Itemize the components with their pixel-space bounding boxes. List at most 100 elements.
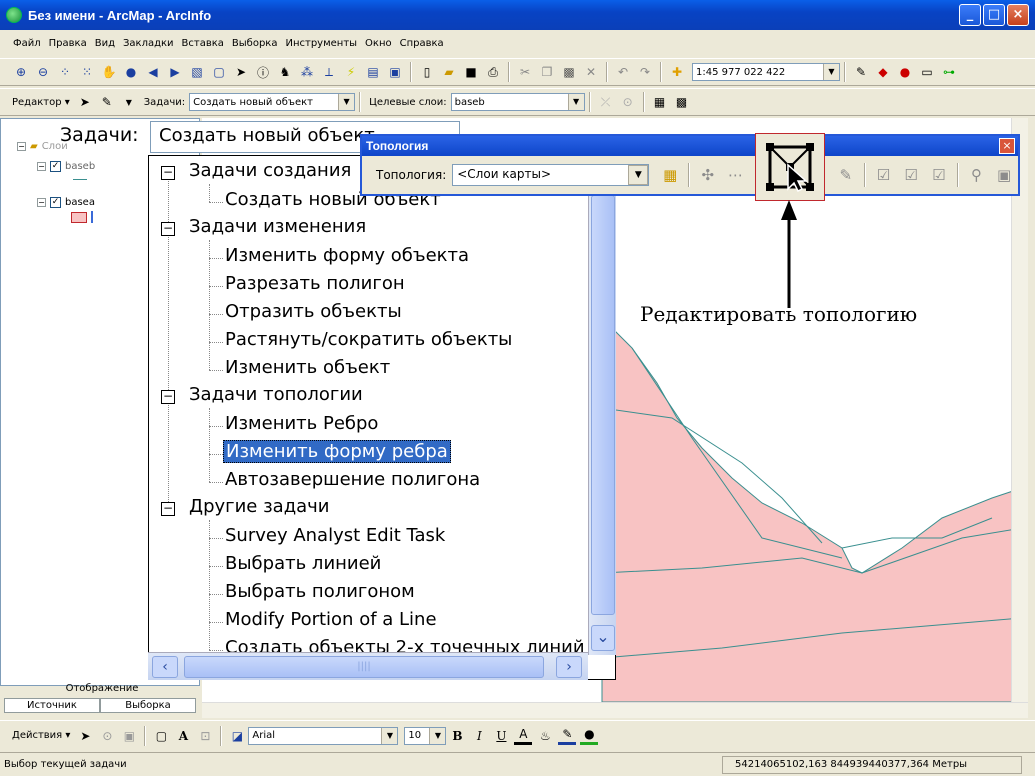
marker-color-icon[interactable]: ● <box>580 727 599 745</box>
find-binoculars-icon[interactable]: ♞ <box>276 63 294 81</box>
task-item[interactable]: Автозавершение полигона <box>225 469 480 490</box>
print-icon[interactable]: ⎙ <box>484 63 502 81</box>
close-button[interactable]: × <box>1007 4 1029 26</box>
callout-icon[interactable]: ⊡ <box>196 727 214 745</box>
font-icon[interactable]: ◪ <box>228 727 246 745</box>
chevron-down-icon[interactable]: ▼ <box>628 165 649 185</box>
arctoolbox-icon[interactable]: ◆ <box>874 63 892 81</box>
show-shared-features-icon[interactable]: ⋯ <box>725 164 747 186</box>
minimize-button[interactable]: _ <box>959 4 981 26</box>
sketch-pencil-icon[interactable]: ✎ <box>98 93 116 111</box>
measure-icon[interactable]: ⟂ <box>320 63 338 81</box>
menu-edit[interactable]: Правка <box>48 38 88 49</box>
zoom-whole-page-icon[interactable]: ▣ <box>120 727 138 745</box>
toc-layer-baseb[interactable]: − ✓ baseb <box>37 161 95 172</box>
bold-icon[interactable]: B <box>448 727 466 745</box>
select-features-icon[interactable]: ▧ <box>188 63 206 81</box>
paste-icon[interactable]: ▩ <box>560 63 578 81</box>
map-horizontal-scrollbar[interactable] <box>202 702 1028 718</box>
topology-combo[interactable]: <Слои карты> ▼ <box>452 164 650 186</box>
toc-layer-basea[interactable]: − ✓ basea <box>37 197 95 208</box>
validate-extent-icon[interactable]: ☑ <box>873 164 895 186</box>
task-item[interactable]: Разрезать полигон <box>225 273 405 294</box>
task-group-topology[interactable]: Задачи топологии <box>189 384 363 405</box>
select-elements-icon[interactable]: ➤ <box>232 63 250 81</box>
redo-icon[interactable]: ↷ <box>636 63 654 81</box>
map-scale-combo[interactable]: 1:45 977 022 422 ▼ <box>692 63 840 81</box>
task-group-other[interactable]: Другие задачи <box>189 496 330 517</box>
rotate-icon[interactable]: ⊙ <box>98 727 116 745</box>
edit-tool-arrow-icon[interactable]: ➤ <box>76 93 94 111</box>
collapse-icon[interactable]: − <box>17 142 26 151</box>
topology-edit-tool-icon[interactable]: ✣ <box>697 164 719 186</box>
create-viewer-icon[interactable]: ▣ <box>386 63 404 81</box>
task-group-modify[interactable]: Задачи изменения <box>189 216 366 237</box>
back-arrow-icon[interactable]: ◀ <box>144 63 162 81</box>
save-icon[interactable]: ■ <box>462 63 480 81</box>
command-line-icon[interactable]: ▭ <box>918 63 936 81</box>
sketch-properties-icon[interactable]: ▩ <box>673 93 691 111</box>
tab-source[interactable]: Источник <box>4 698 100 713</box>
scroll-left-icon[interactable]: ‹ <box>152 656 178 678</box>
task-item[interactable]: Выбрать линией <box>225 553 381 574</box>
task-list-horizontal-scrollbar[interactable]: ‹ |||| › <box>148 652 588 680</box>
fix-topology-error-icon[interactable]: ⚲ <box>966 164 988 186</box>
font-combo[interactable]: Arial ▼ <box>248 726 399 745</box>
drawing-actions-menu[interactable]: Действия ▾ <box>12 730 70 741</box>
hyperlink-icon[interactable]: ⚡ <box>342 63 360 81</box>
fill-color-icon[interactable]: ♨ <box>536 727 554 745</box>
undo-icon[interactable]: ↶ <box>614 63 632 81</box>
forward-arrow-icon[interactable]: ▶ <box>166 63 184 81</box>
task-list-vertical-scrollbar[interactable]: ⌄ <box>588 155 616 655</box>
zoom-in-icon[interactable]: ⊕ <box>12 63 30 81</box>
scroll-thumb[interactable]: |||| <box>184 656 544 678</box>
italic-icon[interactable]: I <box>470 727 488 745</box>
menu-help[interactable]: Справка <box>399 38 445 49</box>
scroll-down-icon[interactable]: ⌄ <box>591 625 615 651</box>
edit-topology-button[interactable] <box>755 133 825 201</box>
collapse-icon[interactable]: − <box>37 198 46 207</box>
rectangle-icon[interactable]: ▢ <box>152 727 170 745</box>
chevron-down-icon[interactable]: ▼ <box>338 94 355 110</box>
task-item[interactable]: Изменить объект <box>225 357 390 378</box>
collapse-icon[interactable]: − <box>161 222 175 236</box>
task-group-create[interactable]: Задачи создания <box>189 160 351 181</box>
target-layer-combo[interactable]: baseb ▼ <box>450 93 585 111</box>
task-item[interactable]: Survey Analyst Edit Task <box>225 525 445 546</box>
catalog-icon[interactable]: ● <box>896 63 914 81</box>
editor-menu[interactable]: Редактор ▾ <box>12 97 70 108</box>
menu-view[interactable]: Вид <box>94 38 116 49</box>
xy-icon[interactable]: ⁂ <box>298 63 316 81</box>
maximize-button[interactable]: □ <box>983 4 1005 26</box>
collapse-icon[interactable]: − <box>161 502 175 516</box>
error-inspector-icon[interactable]: ▣ <box>993 164 1015 186</box>
task-combo[interactable]: Создать новый объект ▼ <box>189 93 356 111</box>
scroll-right-icon[interactable]: › <box>556 656 582 678</box>
menu-bookmarks[interactable]: Закладки <box>122 38 175 49</box>
task-item[interactable]: Modify Portion of a Line <box>225 609 437 630</box>
font-color-icon[interactable]: A <box>514 727 533 745</box>
construct-features-icon[interactable]: ✎ <box>835 164 857 186</box>
task-item[interactable]: Изменить Ребро <box>225 413 378 434</box>
task-item-selected[interactable]: Изменить форму ребра <box>223 440 451 463</box>
task-item[interactable]: Выбрать полигоном <box>225 581 415 602</box>
layer-visibility-checkbox[interactable]: ✓ <box>50 197 61 208</box>
tab-selection[interactable]: Выборка <box>100 698 196 713</box>
chevron-down-icon[interactable]: ▼ <box>381 727 398 744</box>
map-vertical-scrollbar[interactable] <box>1011 118 1028 702</box>
collapse-icon[interactable]: − <box>161 390 175 404</box>
task-item[interactable]: Отразить объекты <box>225 301 402 322</box>
new-text-icon[interactable]: A <box>174 727 192 745</box>
model-builder-icon[interactable]: ⊶ <box>940 63 958 81</box>
editor-toolbar-icon[interactable]: ✎ <box>852 63 870 81</box>
map-topology-icon[interactable]: ▦ <box>659 164 681 186</box>
menu-tools[interactable]: Инструменты <box>284 38 358 49</box>
scroll-thumb[interactable] <box>591 195 615 615</box>
tab-display[interactable]: Отображение <box>4 682 200 697</box>
rotate-tool-icon[interactable]: ⊙ <box>619 93 637 111</box>
menu-window[interactable]: Окно <box>364 38 393 49</box>
menu-selection[interactable]: Выборка <box>231 38 279 49</box>
task-item[interactable]: Изменить форму объекта <box>225 245 469 266</box>
chevron-down-icon[interactable]: ▼ <box>823 64 839 80</box>
select-elements-icon[interactable]: ➤ <box>76 727 94 745</box>
